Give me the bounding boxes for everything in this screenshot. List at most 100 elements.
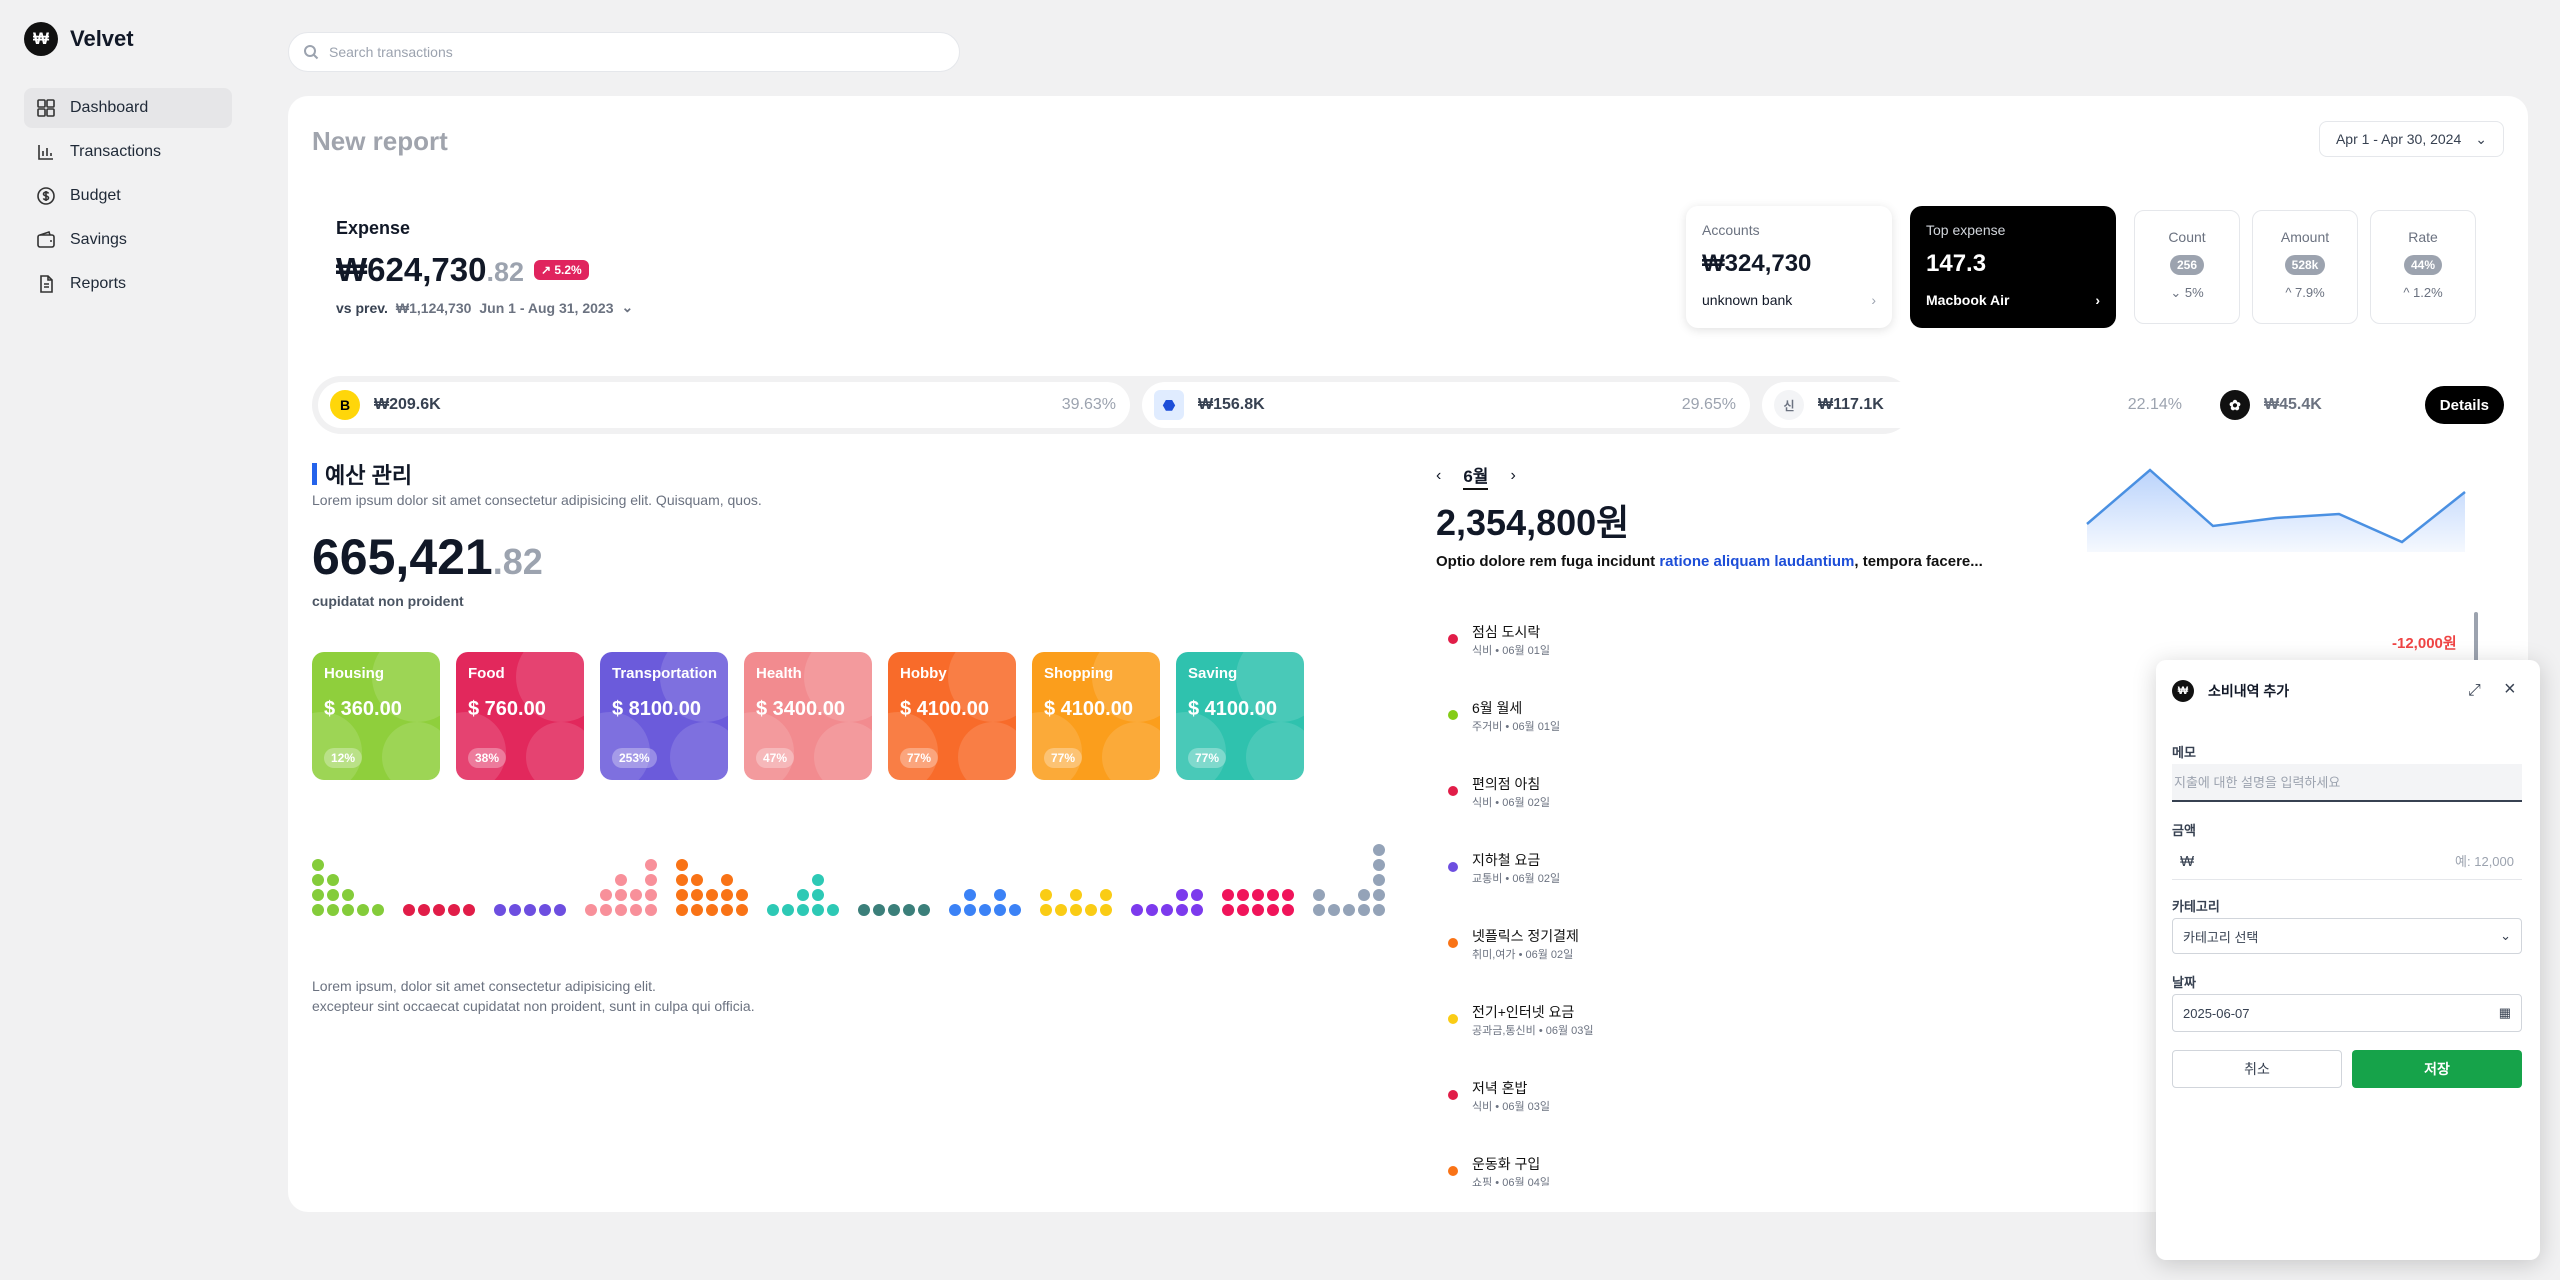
chart-dot: [873, 904, 885, 916]
transaction-name: 저녁 혼밥: [1472, 1080, 1528, 1096]
memo-field[interactable]: [2172, 764, 2522, 802]
sidebar-item-transactions[interactable]: Transactions: [24, 132, 232, 172]
transaction-list: 점심 도시락 식비 • 06월 01일 6월 월세 주거비 • 06월 01일편의점 …: [1436, 614, 1956, 1186]
calendar-icon[interactable]: ▦: [2499, 1005, 2511, 1021]
chart-dot: [645, 904, 657, 916]
category-amount: $ 4100.00: [1188, 698, 1277, 720]
chart-dot: [706, 889, 718, 901]
merchant-item[interactable]: 신 ₩117.1K 22.14%: [1762, 382, 2196, 428]
comparison-row[interactable]: vs prev. ₩1,124,730 Jun 1 - Aug 31, 2023…: [336, 299, 633, 316]
accounts-card[interactable]: Accounts ₩324,730 unknown bank ›: [1686, 206, 1892, 328]
category-pct: 47%: [756, 748, 795, 768]
rate-stat[interactable]: Rate 44% ^ 1.2%: [2370, 210, 2476, 324]
sidebar-item-budget[interactable]: Budget: [24, 176, 232, 216]
category-pct: 253%: [612, 748, 657, 768]
date-range-picker[interactable]: Apr 1 - Apr 30, 2024 ⌄: [2318, 121, 2504, 157]
transaction-meta: 취미,여가 • 06월 02일: [1472, 949, 1574, 961]
bubble-decoration: [382, 722, 440, 780]
category-select[interactable]: 카테고리 선택 ⌄: [2172, 918, 2522, 954]
merchant-pct: 39.63%: [1061, 396, 1116, 413]
category-card-shopping[interactable]: Shopping $ 4100.00 77%: [1032, 652, 1160, 780]
add-expense-modal: ₩ 소비내역 추가 ⤢ × 메모 금액 ₩ 카테고리 카테고리 선택 ⌄ 날짜 …: [2156, 660, 2540, 1260]
chart-dot: [1161, 904, 1173, 916]
bubble-decoration: [958, 722, 1016, 780]
transaction-row[interactable]: 점심 도시락 식비 • 06월 01일: [1436, 614, 1956, 674]
dollar-circle-icon: [37, 187, 55, 205]
merchant-item[interactable]: ✿ ₩45.4K: [2208, 382, 2448, 428]
amount-stat[interactable]: Amount 528k ^ 7.9%: [2252, 210, 2358, 324]
category-name: Food: [468, 665, 505, 682]
date-value: 2025-06-07: [2183, 1005, 2250, 1021]
merchant-item[interactable]: ⬣ ₩156.8K 29.65%: [1142, 382, 1750, 428]
sidebar-item-reports[interactable]: Reports: [24, 264, 232, 304]
amount-input[interactable]: [2194, 854, 2514, 869]
chart-dot: [1358, 889, 1370, 901]
chart-dot: [327, 874, 339, 886]
merchant-item[interactable]: B ₩209.6K 39.63%: [318, 382, 1130, 428]
transaction-row[interactable]: 전기+인터넷 요금 공과금,통신비 • 06월 03일: [1436, 994, 1956, 1054]
amount-field[interactable]: ₩: [2172, 844, 2522, 880]
category-card-saving[interactable]: Saving $ 4100.00 77%: [1176, 652, 1304, 780]
category-card-hobby[interactable]: Hobby $ 4100.00 77%: [888, 652, 1016, 780]
chart-dot: [812, 874, 824, 886]
transaction-row[interactable]: 넷플릭스 정기결제 취미,여가 • 06월 02일: [1436, 918, 1956, 978]
transaction-row[interactable]: 운동화 구입 쇼핑 • 06월 04일: [1436, 1146, 1956, 1186]
details-button[interactable]: Details: [2424, 386, 2504, 424]
chart-dot: [1191, 889, 1203, 901]
chart-dot: [691, 889, 703, 901]
sparkline-area: [2087, 470, 2465, 552]
save-button[interactable]: 저장: [2352, 1050, 2522, 1088]
chart-dot: [964, 889, 976, 901]
category-card-health[interactable]: Health $ 3400.00 47%: [744, 652, 872, 780]
category-dot-chart: [312, 826, 1402, 916]
chart-dot: [327, 889, 339, 901]
stat-label: Amount: [2280, 229, 2330, 245]
desc-highlight[interactable]: ratione aliquam laudantium: [1659, 553, 1854, 570]
chart-dot: [600, 889, 612, 901]
month-label[interactable]: 6월: [1463, 462, 1489, 490]
date-field[interactable]: 2025-06-07 ▦: [2172, 994, 2522, 1032]
monthly-sparkline: [2086, 468, 2466, 552]
list-scrollbar[interactable]: [2474, 612, 2478, 662]
transaction-meta: 식비 • 06월 02일: [1472, 797, 1550, 809]
category-card-transportation[interactable]: Transportation $ 8100.00 253%: [600, 652, 728, 780]
sidebar-item-dashboard[interactable]: Dashboard: [24, 88, 232, 128]
bubble-decoration: [312, 712, 362, 780]
chart-dot: [585, 904, 597, 916]
merchant-pct: 29.65%: [1681, 396, 1736, 413]
category-pct: 77%: [1188, 748, 1227, 768]
category-card-housing[interactable]: Housing $ 360.00 12%: [312, 652, 440, 780]
logo-mark: ₩: [24, 22, 58, 56]
chart-dot: [721, 874, 733, 886]
transaction-row[interactable]: 편의점 아침식비 • 06월 02일: [1436, 766, 1956, 826]
top-expense-card[interactable]: Top expense 147.3 Macbook Air ›: [1910, 206, 2116, 328]
desc-text: , tempora facere...: [1854, 553, 1983, 570]
cancel-button[interactable]: 취소: [2172, 1050, 2342, 1088]
category-card-food[interactable]: Food $ 760.00 38%: [456, 652, 584, 780]
expand-icon[interactable]: ⤢: [2468, 682, 2481, 700]
search-bar[interactable]: [288, 32, 960, 72]
count-stat[interactable]: Count 256 ⌄ 5%: [2134, 210, 2240, 324]
expense-amount: ₩624,730: [336, 251, 487, 288]
chart-dot: [357, 904, 369, 916]
transaction-name: 편의점 아침: [1472, 776, 1541, 792]
search-input[interactable]: [329, 44, 959, 60]
vs-range: Jun 1 - Aug 31, 2023: [479, 299, 614, 316]
category-dot: [1448, 1014, 1458, 1024]
transaction-row[interactable]: 6월 월세 주거비 • 06월 01일: [1436, 690, 1956, 750]
sidebar-item-savings[interactable]: Savings: [24, 220, 232, 260]
chart-dot: [1040, 889, 1052, 901]
close-icon[interactable]: ×: [2504, 678, 2516, 701]
stat-pill: 528k: [2284, 255, 2326, 275]
stat-change: ^ 1.2%: [2403, 285, 2443, 300]
accent-bar: [312, 463, 317, 485]
prev-month-button[interactable]: ‹: [1436, 467, 1441, 485]
transaction-row[interactable]: 지하철 요금 교통비 • 06월 02일: [1436, 842, 1956, 902]
search-icon: [304, 45, 319, 60]
modal-logo: ₩: [2172, 680, 2194, 702]
app-logo[interactable]: ₩ Velvet: [24, 22, 134, 56]
date-label: 날짜: [2172, 975, 2196, 990]
transaction-row[interactable]: 저녁 혼밥 식비 • 06월 03일: [1436, 1070, 1956, 1130]
chart-dot: [736, 889, 748, 901]
next-month-button[interactable]: ›: [1510, 467, 1515, 485]
